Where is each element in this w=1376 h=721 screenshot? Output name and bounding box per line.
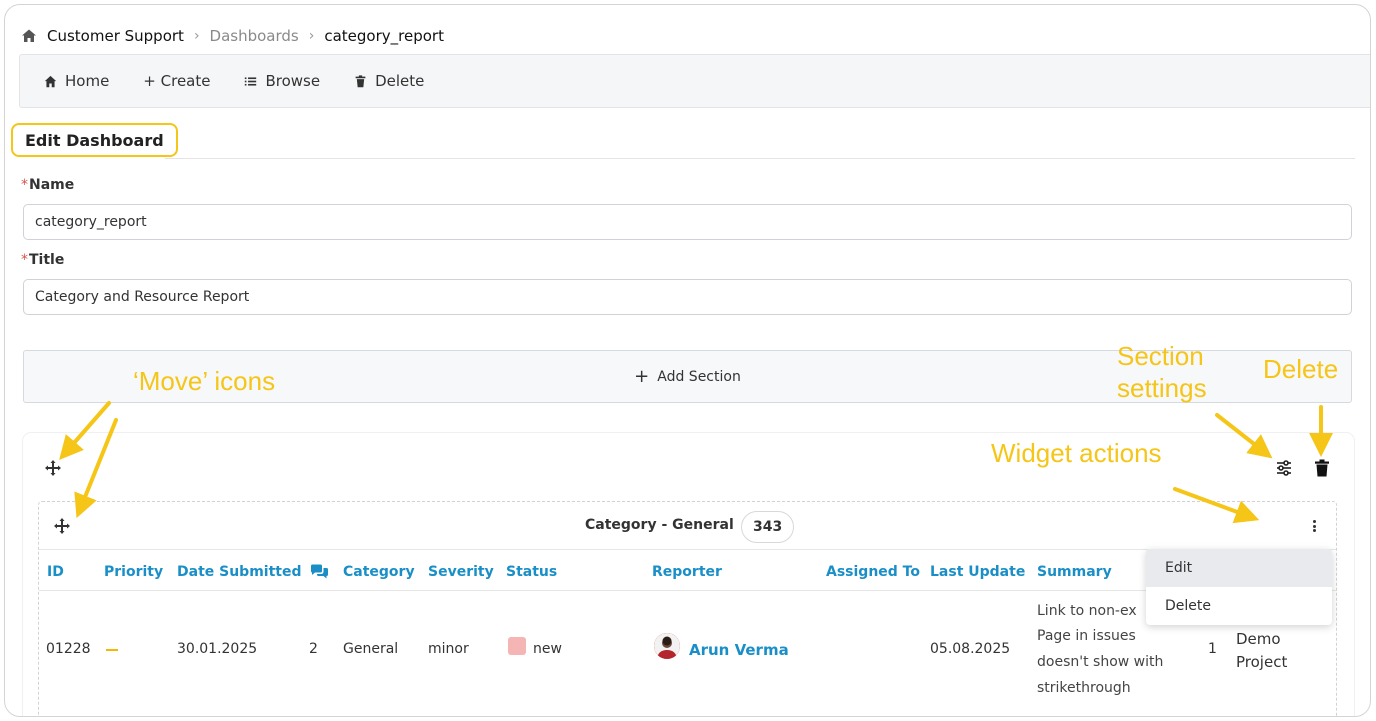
cell-project-line: Demo bbox=[1236, 630, 1281, 648]
breadcrumb-item-customer-support[interactable]: Customer Support bbox=[47, 27, 184, 45]
home-button-label: Home bbox=[65, 72, 110, 90]
cell-summary-line[interactable]: Link to non-ex bbox=[1037, 603, 1137, 619]
browse-button-label: Browse bbox=[265, 72, 321, 90]
section-settings-icon[interactable] bbox=[1275, 459, 1293, 477]
column-header-id[interactable]: ID bbox=[47, 564, 64, 580]
cell-notes-count: 2 bbox=[309, 641, 318, 657]
required-mark: * bbox=[21, 177, 28, 193]
name-label-text: Name bbox=[29, 177, 75, 193]
cell-count: 1 bbox=[1208, 641, 1217, 657]
annotation-section-settings-line1: Section bbox=[1117, 341, 1204, 371]
column-header-summary[interactable]: Summary bbox=[1037, 564, 1112, 580]
cell-summary-line[interactable]: strikethrough bbox=[1037, 680, 1131, 696]
breadcrumb: Customer Support › Dashboards › category… bbox=[21, 25, 444, 47]
widget-actions-kebab-icon[interactable] bbox=[1308, 518, 1320, 534]
plus-icon: + bbox=[634, 366, 650, 387]
section-move-icon[interactable] bbox=[45, 460, 61, 476]
widget-category-general: Category - General 343 ID Priority Date … bbox=[38, 501, 1337, 716]
name-label: *Name bbox=[21, 177, 74, 193]
column-header-status[interactable]: Status bbox=[506, 564, 557, 580]
app-window: Customer Support › Dashboards › category… bbox=[4, 4, 1371, 717]
cell-id[interactable]: 01228 bbox=[46, 641, 91, 657]
page-title: Edit Dashboard bbox=[11, 123, 178, 157]
name-input[interactable] bbox=[23, 204, 1352, 240]
section-delete-icon[interactable] bbox=[1313, 459, 1331, 477]
create-button-label: + Create bbox=[143, 72, 211, 90]
home-button[interactable]: Home bbox=[44, 72, 109, 90]
home-icon[interactable] bbox=[21, 28, 37, 44]
column-header-last-update[interactable]: Last Update bbox=[930, 564, 1025, 580]
reporter-link[interactable]: Arun Verma bbox=[689, 641, 789, 659]
breadcrumb-item-current: category_report bbox=[324, 27, 444, 45]
title-input[interactable] bbox=[23, 279, 1352, 315]
trash-icon bbox=[355, 74, 366, 87]
home-icon bbox=[44, 75, 57, 87]
required-mark: * bbox=[21, 252, 28, 268]
cell-severity: minor bbox=[428, 641, 469, 657]
title-label: *Title bbox=[21, 252, 64, 268]
title-label-text: Title bbox=[29, 252, 65, 268]
menu-item-delete[interactable]: Delete bbox=[1146, 587, 1332, 625]
widget-title: Category - General bbox=[585, 517, 734, 533]
annotation-widget-actions: Widget actions bbox=[991, 438, 1162, 468]
browse-button[interactable]: Browse bbox=[244, 72, 320, 90]
list-icon bbox=[245, 76, 257, 86]
cell-status: new bbox=[533, 641, 562, 657]
cell-last-update: 05.08.2025 bbox=[930, 641, 1011, 657]
breadcrumb-item-dashboards[interactable]: Dashboards bbox=[210, 27, 299, 45]
column-header-date-submitted[interactable]: Date Submitted bbox=[177, 564, 302, 580]
column-header-reporter[interactable]: Reporter bbox=[652, 564, 722, 580]
annotation-section-settings-line2: settings bbox=[1117, 373, 1207, 403]
annotation-delete: Delete bbox=[1263, 354, 1339, 384]
menu-item-edit[interactable]: Edit bbox=[1146, 549, 1332, 587]
cell-project-line: Project bbox=[1236, 653, 1288, 671]
breadcrumb-separator-icon: › bbox=[193, 28, 200, 44]
cell-summary-line[interactable]: Page in issues bbox=[1037, 628, 1136, 644]
widget-header: Category - General 343 bbox=[39, 502, 1336, 550]
widget-count-badge: 343 bbox=[741, 511, 795, 543]
toolbar: Home + Create Browse Delete bbox=[19, 54, 1370, 108]
annotation-move-icons: ‘Move’ icons bbox=[133, 366, 276, 396]
widget-move-icon[interactable] bbox=[54, 518, 70, 534]
comments-icon[interactable] bbox=[310, 564, 329, 580]
priority-normal-icon bbox=[106, 649, 118, 651]
table-header-divider bbox=[39, 590, 1336, 591]
cell-summary-line[interactable]: doesn't show with bbox=[1037, 654, 1163, 670]
delete-button[interactable]: Delete bbox=[354, 72, 424, 90]
title-divider bbox=[165, 158, 1355, 159]
delete-button-label: Delete bbox=[375, 72, 425, 90]
cell-category: General bbox=[343, 641, 399, 657]
column-header-priority[interactable]: Priority bbox=[104, 564, 163, 580]
status-color-swatch bbox=[508, 637, 526, 655]
widget-actions-menu: Edit Delete bbox=[1146, 549, 1332, 625]
avatar bbox=[654, 633, 680, 659]
column-header-assigned-to[interactable]: Assigned To bbox=[826, 564, 920, 580]
cell-date-submitted: 30.01.2025 bbox=[177, 641, 258, 657]
create-button[interactable]: + Create bbox=[143, 72, 210, 90]
column-header-category[interactable]: Category bbox=[343, 564, 415, 580]
breadcrumb-separator-icon: › bbox=[308, 28, 315, 44]
column-header-severity[interactable]: Severity bbox=[428, 564, 494, 580]
add-section-label: Add Section bbox=[657, 368, 741, 385]
